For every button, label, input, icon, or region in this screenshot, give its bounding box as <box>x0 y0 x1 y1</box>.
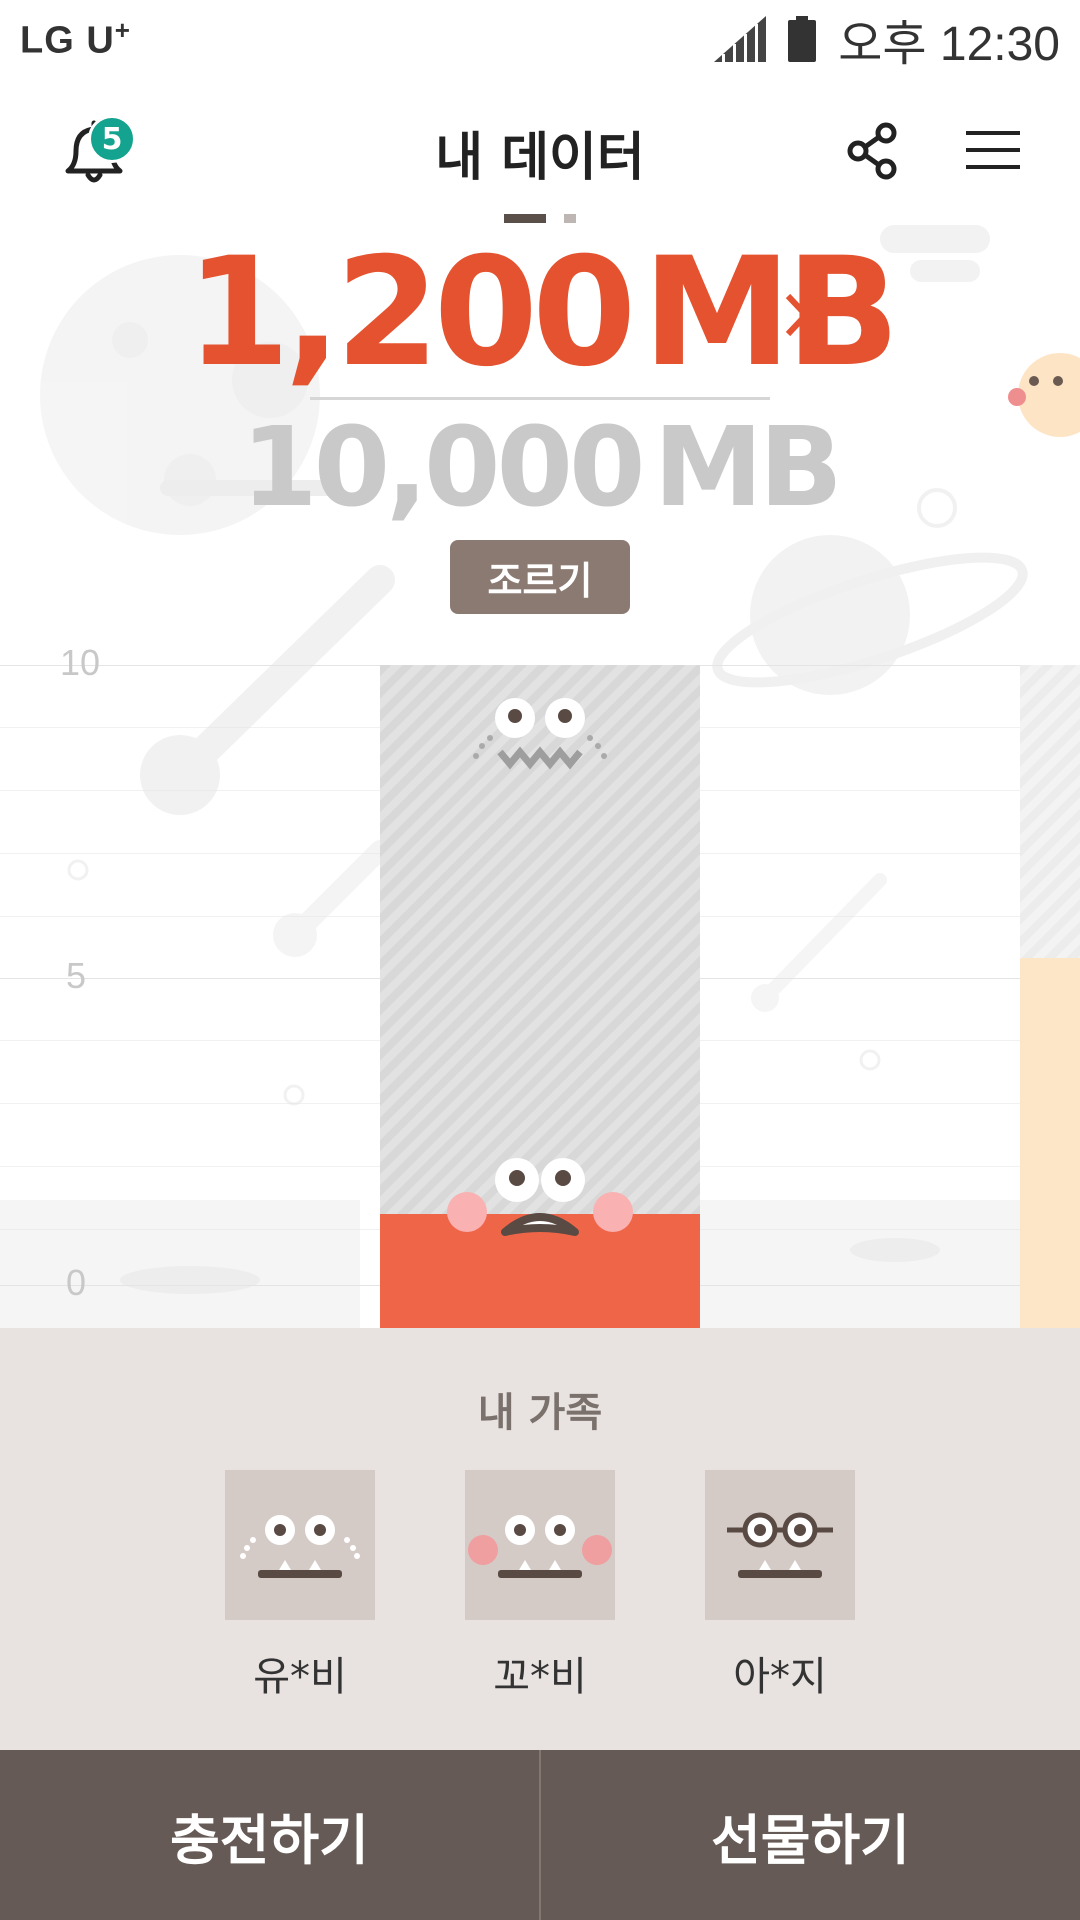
carrier-plus: + <box>114 15 131 46</box>
family-section: 내 가족 유*비 꼬*비 아*지 <box>0 1328 1080 1750</box>
y-tick-label: 10 <box>60 642 101 683</box>
amount-divider <box>310 397 770 400</box>
face-blush-icon[interactable] <box>465 1470 615 1620</box>
chevron-right-icon[interactable] <box>782 290 812 340</box>
family-bar-fill <box>1020 958 1080 1328</box>
total-value: 10,000 <box>241 403 645 531</box>
total-unit: MB <box>653 403 843 531</box>
clock: 오후 12:30 <box>838 18 1060 71</box>
family-member-name: 꼬*비 <box>493 1654 587 1700</box>
y-tick-label: 5 <box>66 955 87 996</box>
worried-face-icon <box>473 698 607 770</box>
bottom-action-bar: 충전하기 선물하기 <box>0 1750 1080 1920</box>
used-data-amount[interactable]: 1,200MB <box>0 238 1080 388</box>
face-dots-icon[interactable] <box>225 1470 375 1620</box>
charge-button[interactable]: 충전하기 <box>0 1750 539 1920</box>
status-icons: 오후 12:30 <box>714 4 1060 74</box>
y-tick-label: 0 <box>66 1262 87 1303</box>
family-member[interactable]: 아*지 <box>705 1470 855 1702</box>
request-data-button[interactable]: 조르기 <box>450 540 630 614</box>
carrier-name: LG U <box>20 19 115 62</box>
share-icon[interactable] <box>846 121 900 181</box>
face-glasses-icon[interactable] <box>705 1470 855 1620</box>
used-value: 1,200 <box>185 226 636 400</box>
family-member[interactable]: 유*비 <box>225 1470 375 1702</box>
battery-icon <box>788 16 817 62</box>
family-title: 내 가족 <box>477 1390 603 1436</box>
sad-face-icon <box>447 1158 633 1236</box>
status-bar: LG U+ 오후 12:30 <box>0 0 1080 78</box>
page-title: 내 데이터 <box>435 128 645 188</box>
used-unit: MB <box>642 226 900 400</box>
family-member-name: 아*지 <box>733 1654 827 1700</box>
signal-icon <box>714 16 767 62</box>
family-member-name: 유*비 <box>253 1654 347 1700</box>
total-data-amount: 10,000 MB <box>0 412 1080 522</box>
family-member[interactable]: 꼬*비 <box>465 1470 615 1702</box>
data-usage-chart: 10 5 0 <box>0 640 1080 1328</box>
menu-icon[interactable] <box>966 129 1020 171</box>
carrier-label: LG U+ <box>20 15 131 63</box>
gift-button[interactable]: 선물하기 <box>541 1750 1080 1920</box>
